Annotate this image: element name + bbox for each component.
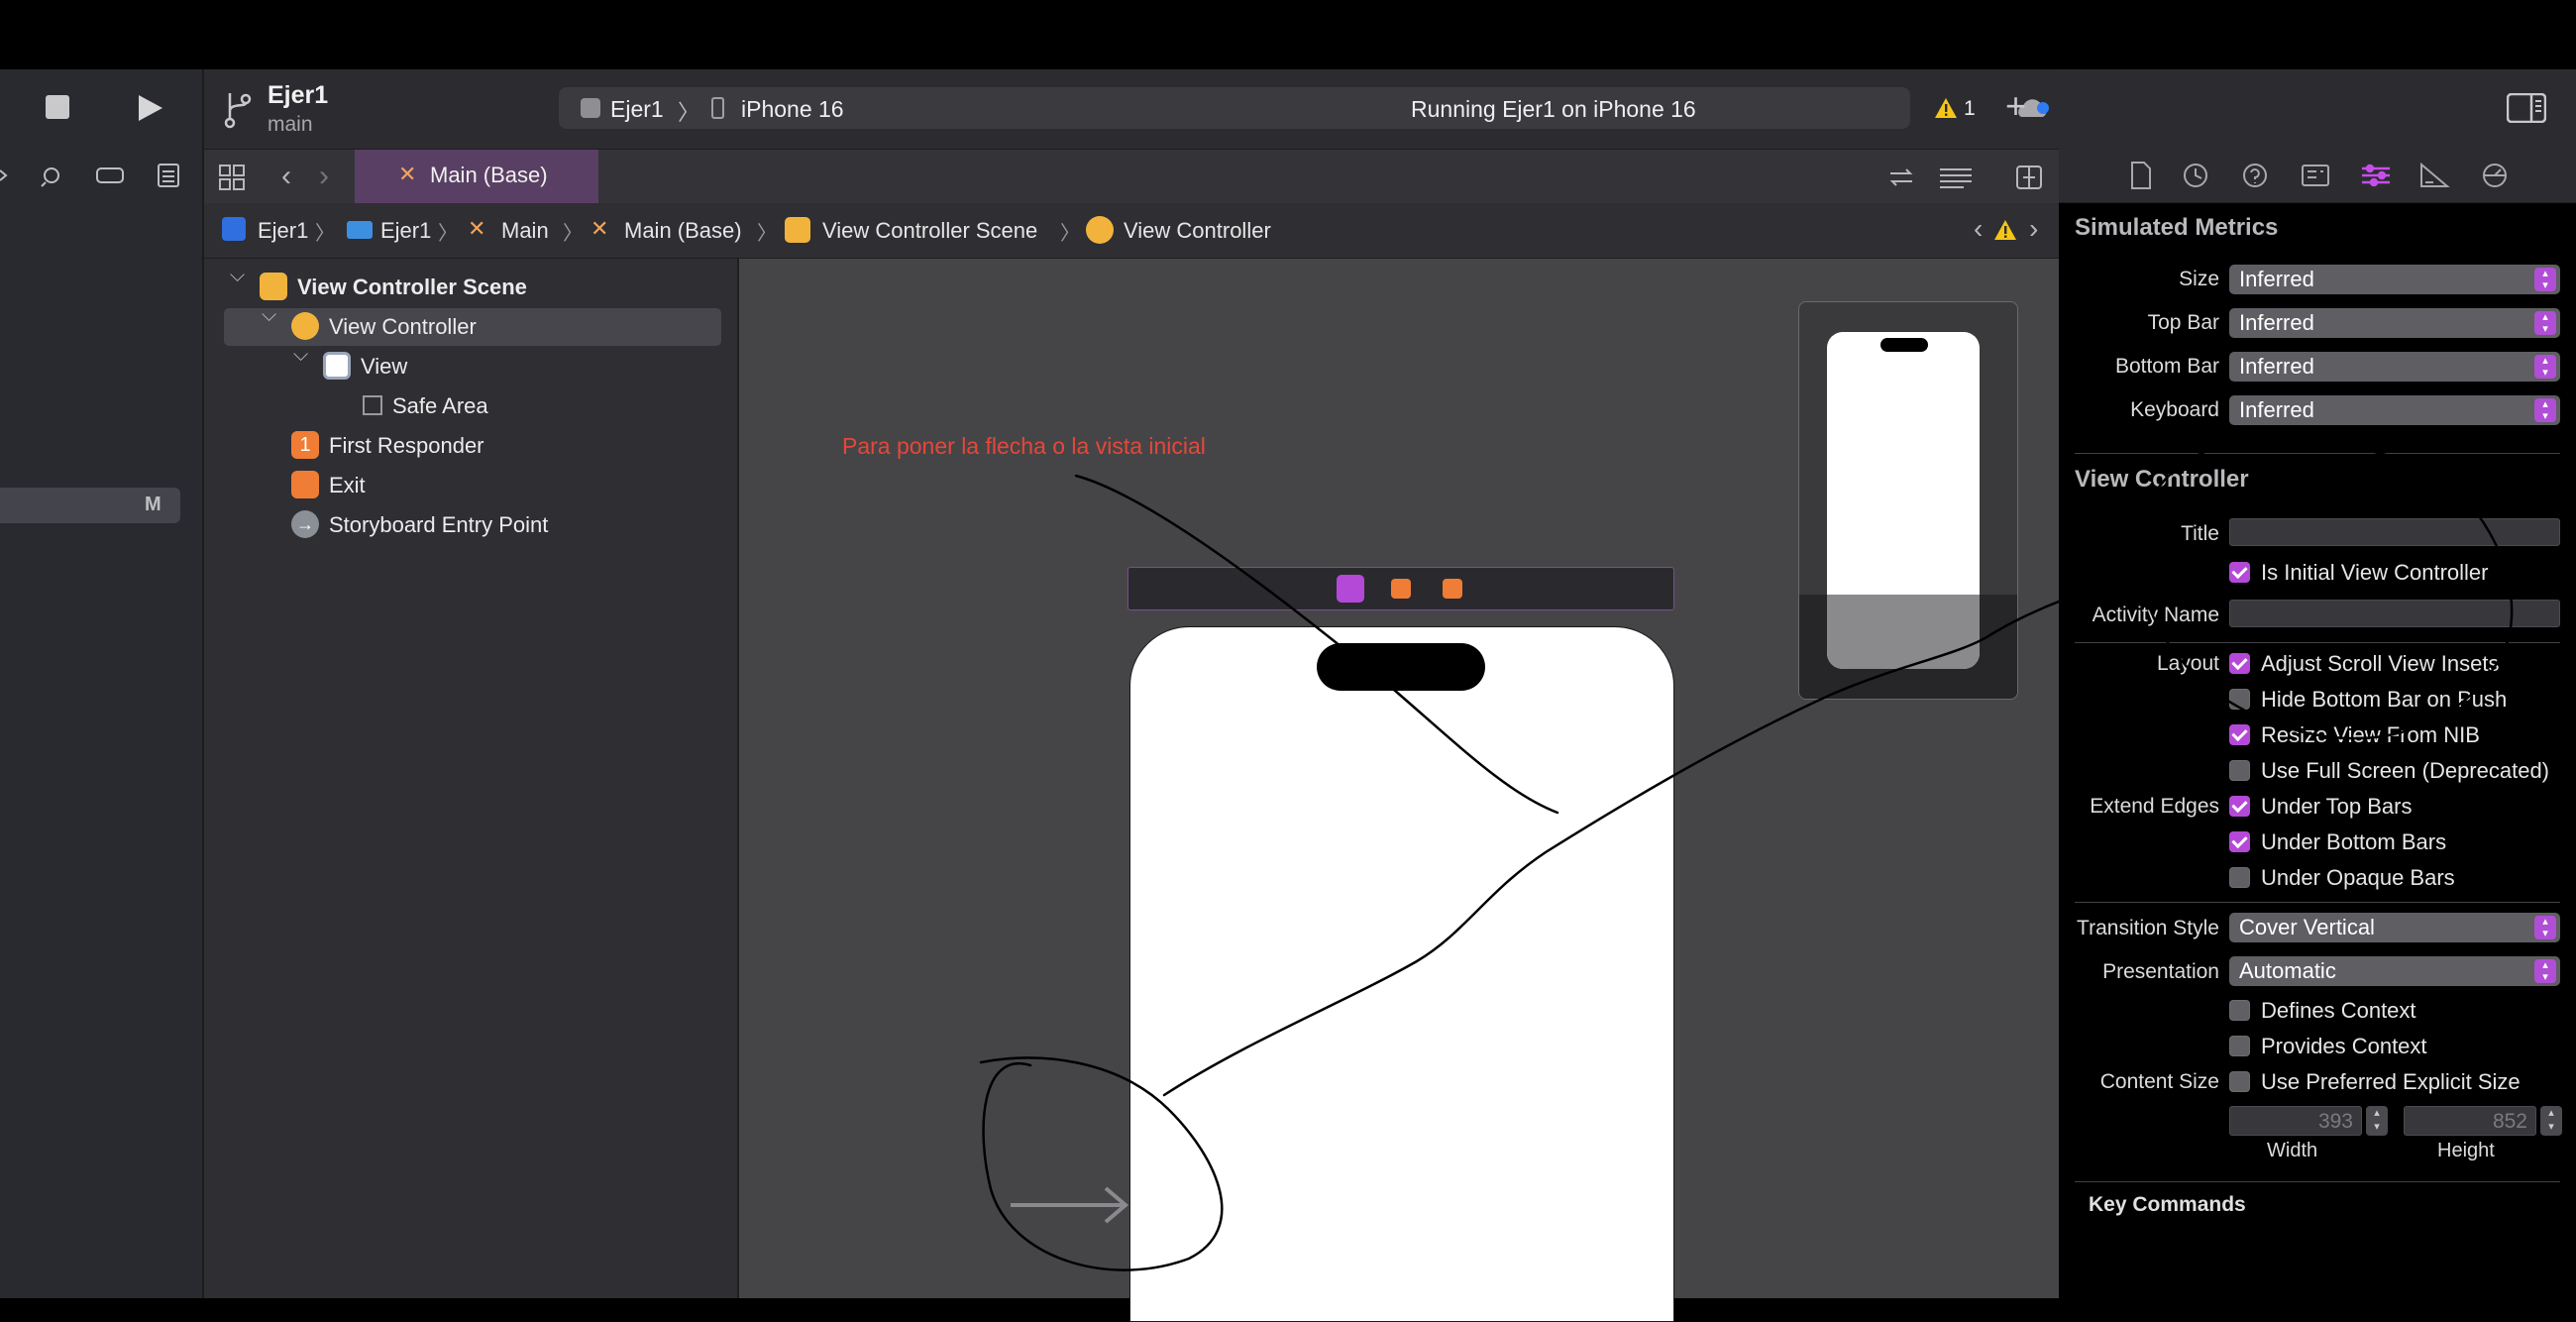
handwritten-ink-strokes <box>979 440 2514 1271</box>
